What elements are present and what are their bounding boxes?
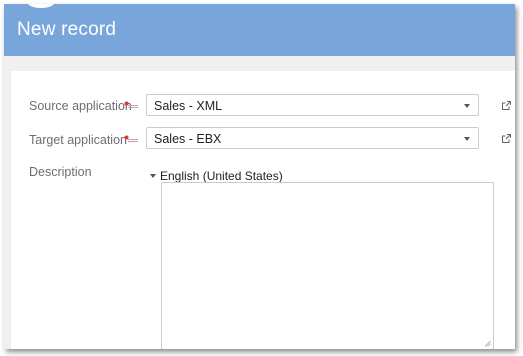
target-application-select[interactable]: Sales - EBX (146, 127, 479, 149)
dialog-header: New record (4, 4, 515, 56)
chevron-down-icon[interactable] (464, 104, 470, 108)
target-application-label: Target application (29, 133, 127, 147)
description-textarea[interactable] (161, 182, 494, 349)
new-record-dialog: New record Source application Sales - XM… (4, 4, 515, 349)
locale-toggle[interactable]: English (United States) (150, 169, 283, 183)
open-external-icon[interactable] (501, 100, 512, 111)
caret-down-icon[interactable] (150, 173, 156, 178)
chevron-down-icon[interactable] (464, 137, 470, 141)
source-application-select[interactable]: Sales - XML (146, 94, 479, 116)
resize-grip-icon[interactable] (484, 340, 491, 347)
target-application-value: Sales - EBX (154, 132, 222, 146)
required-icon (124, 135, 138, 142)
source-application-value: Sales - XML (154, 99, 223, 113)
open-external-icon[interactable] (501, 133, 512, 144)
required-icon (124, 101, 138, 108)
source-application-label: Source application (29, 99, 132, 113)
dialog-title: New record (17, 19, 117, 40)
description-label: Description (29, 165, 92, 179)
header-handle (28, 4, 54, 8)
locale-label: English (United States) (160, 169, 283, 183)
